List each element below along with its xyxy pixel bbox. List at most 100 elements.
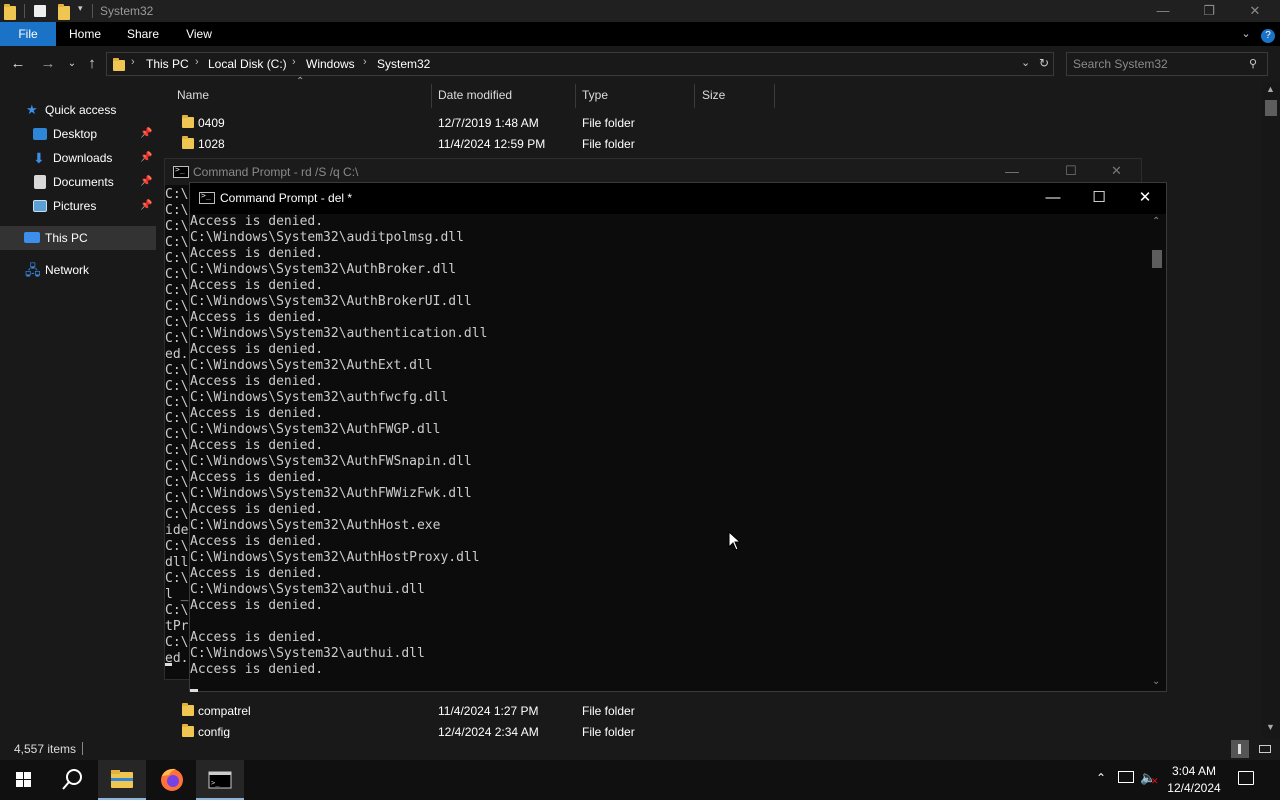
nav-desktop[interactable]: Desktop 📌 xyxy=(0,122,156,146)
taskbar-firefox[interactable] xyxy=(148,760,196,800)
minimize-button[interactable]: — xyxy=(1140,0,1186,22)
pin-icon: 📌 xyxy=(140,128,153,139)
network-status-icon[interactable] xyxy=(1118,771,1134,783)
file-row[interactable]: compatrel 11/4/2024 1:27 PM File folder xyxy=(176,701,796,722)
scroll-down-icon[interactable]: ⌄ xyxy=(1152,676,1160,687)
file-type: File folder xyxy=(582,704,635,718)
file-type: File folder xyxy=(582,116,635,130)
file-type: File folder xyxy=(582,725,635,738)
recent-locations-icon[interactable]: ⌄ xyxy=(62,54,82,74)
properties-icon[interactable] xyxy=(34,5,46,17)
file-row[interactable]: 1028 11/4/2024 12:59 PM File folder xyxy=(176,134,796,155)
nav-downloads[interactable]: ⬇ Downloads 📌 xyxy=(0,146,156,170)
column-name[interactable]: Name xyxy=(177,88,209,102)
command-prompt-window[interactable]: Command Prompt - del * — ☐ ✕ Access is d… xyxy=(189,182,1167,692)
tab-home[interactable]: Home xyxy=(60,22,110,46)
pin-icon: 📌 xyxy=(140,200,153,211)
tab-file[interactable]: File xyxy=(0,22,56,46)
close-button[interactable]: ✕ xyxy=(1232,0,1278,22)
nav-documents[interactable]: Documents 📌 xyxy=(0,170,156,194)
pin-icon: 📌 xyxy=(140,152,153,163)
divider xyxy=(82,742,83,755)
search-button[interactable] xyxy=(48,760,96,800)
minimize-button[interactable]: — xyxy=(1030,183,1076,214)
folder-icon xyxy=(113,58,125,71)
nav-quick-access[interactable]: ★ Quick access xyxy=(0,98,156,122)
breadcrumb-windows[interactable]: Windows xyxy=(306,57,355,71)
file-type: File folder xyxy=(582,137,635,151)
clock-date: 12/4/2024 xyxy=(1167,781,1221,795)
column-divider[interactable] xyxy=(575,84,576,108)
pin-icon: 📌 xyxy=(140,176,153,187)
file-row[interactable]: config 12/4/2024 2:34 AM File folder xyxy=(176,722,796,738)
address-bar[interactable]: › This PC › Local Disk (C:) › Windows › … xyxy=(106,52,1054,76)
tab-view[interactable]: View xyxy=(176,22,222,46)
text-cursor xyxy=(165,663,172,666)
show-hidden-icons-icon[interactable]: ⌃ xyxy=(1096,771,1106,785)
column-divider[interactable] xyxy=(774,84,775,108)
folder-icon xyxy=(182,136,194,149)
status-bar: 4,557 items xyxy=(0,738,1280,760)
search-icon[interactable]: ⚲ xyxy=(1249,57,1257,70)
forward-button[interactable]: → xyxy=(38,54,58,74)
nav-label: Network xyxy=(45,263,90,277)
up-button[interactable]: ↑ xyxy=(82,54,102,74)
scroll-up-icon[interactable]: ▲ xyxy=(1266,84,1275,94)
close-button[interactable]: ✕ xyxy=(1122,183,1168,214)
file-explorer-icon xyxy=(111,770,133,788)
column-divider[interactable] xyxy=(431,84,432,108)
maximize-button[interactable]: ☐ xyxy=(1076,183,1122,214)
new-folder-icon[interactable] xyxy=(58,4,70,20)
search-input[interactable] xyxy=(1073,56,1243,72)
scrollbar-thumb[interactable] xyxy=(1265,100,1277,116)
back-button[interactable]: ← xyxy=(8,54,28,74)
scrollbar-thumb[interactable] xyxy=(1152,250,1162,268)
notifications-icon[interactable] xyxy=(1238,771,1254,785)
address-dropdown-icon[interactable]: ⌄ xyxy=(1021,56,1030,69)
minimize-button[interactable]: — xyxy=(1005,163,1019,179)
file-row[interactable]: 0409 12/7/2019 1:48 AM File folder xyxy=(176,113,796,134)
taskbar: >_ ⌃ 🔈 ✕ 3:04 AM 12/4/2024 xyxy=(0,760,1280,800)
refresh-icon[interactable]: ↻ xyxy=(1039,56,1049,70)
scroll-up-icon[interactable]: ⌃ xyxy=(1152,216,1160,227)
chevron-right-icon[interactable]: › xyxy=(292,56,296,68)
clock[interactable]: 3:04 AM 12/4/2024 xyxy=(1166,763,1222,797)
file-date: 12/4/2024 2:34 AM xyxy=(438,725,539,738)
restore-button[interactable]: ❐ xyxy=(1186,0,1232,22)
scroll-down-icon[interactable]: ▼ xyxy=(1266,722,1275,732)
column-size[interactable]: Size xyxy=(702,88,725,102)
cmd-title: Command Prompt - rd /S /q C:\ xyxy=(193,165,359,179)
chevron-right-icon[interactable]: › xyxy=(195,56,199,68)
help-icon[interactable]: ? xyxy=(1258,22,1278,46)
customize-quick-access-icon[interactable]: ▾ xyxy=(78,3,83,17)
nav-label: Documents xyxy=(53,175,114,189)
nav-label: Quick access xyxy=(45,103,117,117)
nav-pictures[interactable]: Pictures 📌 xyxy=(0,194,156,218)
breadcrumb-system32[interactable]: System32 xyxy=(377,57,430,71)
taskbar-command-prompt[interactable]: >_ xyxy=(196,760,244,800)
chevron-right-icon[interactable]: › xyxy=(363,56,367,68)
folder-icon xyxy=(182,115,194,128)
desktop-icon xyxy=(33,128,47,140)
breadcrumb-this-pc[interactable]: This PC xyxy=(146,57,189,71)
breadcrumb-local-disk[interactable]: Local Disk (C:) xyxy=(208,57,287,71)
close-button[interactable]: ✕ xyxy=(1111,163,1122,179)
large-icons-view-button[interactable] xyxy=(1256,740,1274,758)
maximize-button[interactable]: ☐ xyxy=(1065,163,1077,179)
start-button[interactable] xyxy=(0,760,48,800)
column-divider[interactable] xyxy=(694,84,695,108)
chevron-right-icon[interactable]: › xyxy=(131,56,135,68)
tab-share[interactable]: Share xyxy=(118,22,168,46)
nav-this-pc[interactable]: This PC xyxy=(0,226,156,250)
vertical-scrollbar[interactable]: ▲ ▼ xyxy=(1262,82,1280,738)
search-box[interactable]: ⚲ xyxy=(1066,52,1268,76)
expand-ribbon-icon[interactable]: ⌄ xyxy=(1236,22,1256,46)
nav-network[interactable]: 🖧 Network xyxy=(0,258,156,282)
taskbar-file-explorer[interactable] xyxy=(98,760,146,800)
column-type[interactable]: Type xyxy=(582,88,608,102)
details-view-button[interactable] xyxy=(1231,740,1249,758)
vertical-scrollbar[interactable]: ⌃ ⌄ xyxy=(1148,214,1166,691)
ribbon-tabs: File Home Share View ⌄ ? xyxy=(0,22,1280,46)
cmd-title-bar[interactable]: Command Prompt - del * — ☐ ✕ xyxy=(190,183,1166,214)
column-date-modified[interactable]: Date modified xyxy=(438,88,512,102)
